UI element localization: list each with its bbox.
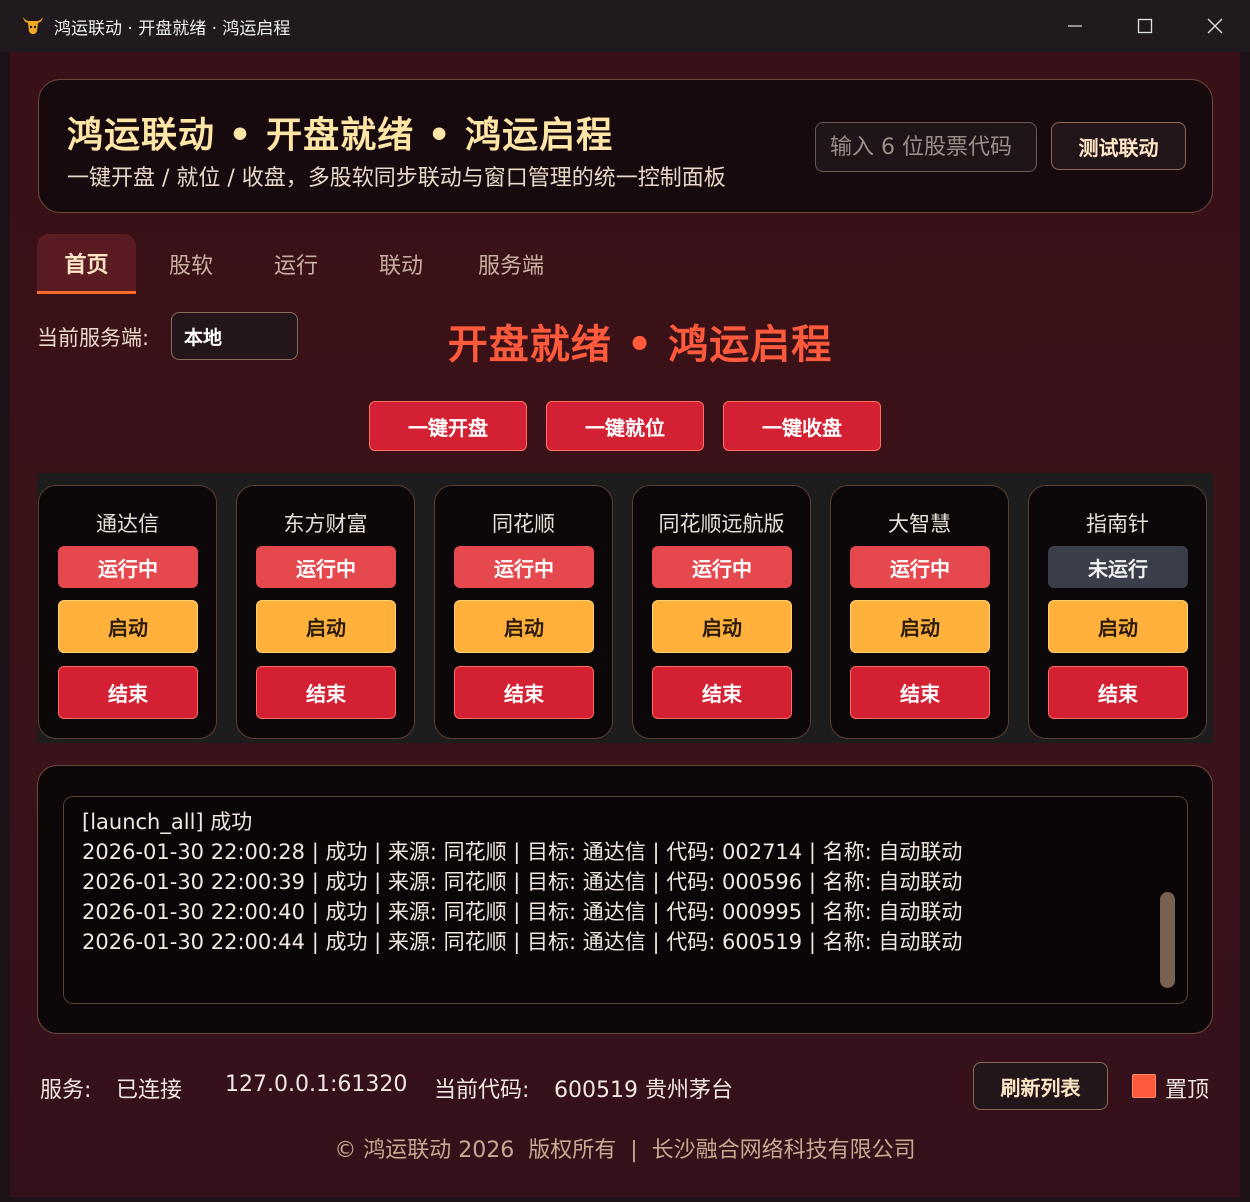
software-name: 大智慧 — [888, 512, 951, 536]
refresh-list-button[interactable]: 刷新列表 — [973, 1062, 1108, 1110]
maximize-icon — [1137, 18, 1153, 34]
stop-button[interactable]: 结束 — [652, 666, 792, 719]
stock-code-input[interactable] — [815, 122, 1037, 172]
service-status: 已连接 — [116, 1078, 183, 1103]
header-title: 鸿运联动 • 开盘就绪 • 鸿运启程 — [67, 115, 614, 156]
stop-button[interactable]: 结束 — [256, 666, 396, 719]
pin-top-checkbox[interactable] — [1132, 1074, 1156, 1098]
software-card: 同花顺 运行中 启动 结束 — [434, 485, 613, 739]
status-badge: 运行中 — [850, 546, 990, 588]
close-icon — [1207, 18, 1223, 34]
software-card: 东方财富 运行中 启动 结束 — [236, 485, 415, 739]
header-card: 鸿运联动 • 开盘就绪 • 鸿运启程 一键开盘 / 就位 / 收盘，多股软同步联… — [38, 79, 1213, 213]
status-badge: 未运行 — [1048, 546, 1188, 588]
tab-run[interactable]: 运行 — [246, 234, 346, 294]
tab-link[interactable]: 联动 — [346, 234, 456, 294]
software-panel: 通达信 运行中 启动 结束 东方财富 运行中 启动 结束 同花顺 运行中 启动 … — [37, 473, 1213, 743]
software-card: 大智慧 运行中 启动 结束 — [830, 485, 1009, 739]
title-bar: 鸿运联动 · 开盘就绪 · 鸿运启程 — [0, 0, 1250, 52]
log-output[interactable]: [launch_all] 成功 2026-01-30 22:00:28 | 成功… — [63, 796, 1188, 1004]
bull-logo-icon — [23, 17, 43, 34]
start-button[interactable]: 启动 — [454, 600, 594, 653]
hero-title: 开盘就绪 • 鸿运启程 — [447, 322, 833, 368]
tab-bar: 首页 股软 运行 联动 服务端 — [37, 234, 566, 294]
ready-all-button[interactable]: 一键就位 — [546, 401, 704, 451]
software-name: 通达信 — [96, 512, 159, 536]
software-card: 通达信 运行中 启动 结束 — [38, 485, 217, 739]
log-line: [launch_all] 成功 — [82, 810, 253, 834]
log-card: [launch_all] 成功 2026-01-30 22:00:28 | 成功… — [37, 765, 1213, 1034]
status-badge: 运行中 — [256, 546, 396, 588]
maximize-button[interactable] — [1110, 0, 1180, 52]
minimize-button[interactable] — [1040, 0, 1110, 52]
stop-button[interactable]: 结束 — [454, 666, 594, 719]
start-button[interactable]: 启动 — [652, 600, 792, 653]
software-name: 同花顺 — [492, 512, 555, 536]
status-badge: 运行中 — [454, 546, 594, 588]
open-all-button[interactable]: 一键开盘 — [369, 401, 527, 451]
start-button[interactable]: 启动 — [58, 600, 198, 653]
log-line: 2026-01-30 22:00:39 | 成功 | 来源: 同花顺 | 目标:… — [82, 870, 963, 894]
status-badge: 运行中 — [58, 546, 198, 588]
service-label: 服务: — [40, 1078, 92, 1103]
main-panel: 鸿运联动 • 开盘就绪 • 鸿运启程 一键开盘 / 就位 / 收盘，多股软同步联… — [10, 52, 1240, 1197]
current-code-value: 600519 贵州茅台 — [554, 1078, 733, 1103]
server-label: 当前服务端: — [37, 326, 150, 350]
tab-software[interactable]: 股软 — [136, 234, 246, 294]
stop-button[interactable]: 结束 — [850, 666, 990, 719]
current-code-label: 当前代码: — [434, 1078, 530, 1103]
software-card: 同花顺远航版 运行中 启动 结束 — [632, 485, 811, 739]
close-button[interactable] — [1180, 0, 1250, 52]
start-button[interactable]: 启动 — [850, 600, 990, 653]
software-name: 指南针 — [1086, 512, 1149, 536]
software-card: 指南针 未运行 启动 结束 — [1028, 485, 1207, 739]
tab-home[interactable]: 首页 — [37, 234, 136, 294]
software-name: 同花顺远航版 — [658, 512, 785, 536]
software-name: 东方财富 — [283, 512, 368, 536]
server-address: 127.0.0.1:61320 — [225, 1072, 408, 1097]
footer-copyright: © 鸿运联动 2026 版权所有 | 长沙融合网络科技有限公司 — [334, 1138, 916, 1163]
stop-button[interactable]: 结束 — [58, 666, 198, 719]
log-line: 2026-01-30 22:00:44 | 成功 | 来源: 同花顺 | 目标:… — [82, 930, 963, 954]
log-scrollbar[interactable] — [1160, 892, 1175, 988]
window-title: 鸿运联动 · 开盘就绪 · 鸿运启程 — [54, 18, 291, 39]
test-link-button[interactable]: 测试联动 — [1051, 122, 1186, 170]
minimize-icon — [1068, 25, 1082, 27]
log-line: 2026-01-30 22:00:28 | 成功 | 来源: 同花顺 | 目标:… — [82, 840, 963, 864]
status-badge: 运行中 — [652, 546, 792, 588]
server-select[interactable]: 本地 — [171, 312, 298, 360]
close-all-button[interactable]: 一键收盘 — [723, 401, 881, 451]
tab-server[interactable]: 服务端 — [456, 234, 566, 294]
log-line: 2026-01-30 22:00:40 | 成功 | 来源: 同花顺 | 目标:… — [82, 900, 963, 924]
header-subtitle: 一键开盘 / 就位 / 收盘，多股软同步联动与窗口管理的统一控制面板 — [67, 166, 726, 191]
pin-top-label[interactable]: 置顶 — [1165, 1072, 1209, 1104]
start-button[interactable]: 启动 — [256, 600, 396, 653]
start-button[interactable]: 启动 — [1048, 600, 1188, 653]
stop-button[interactable]: 结束 — [1048, 666, 1188, 719]
